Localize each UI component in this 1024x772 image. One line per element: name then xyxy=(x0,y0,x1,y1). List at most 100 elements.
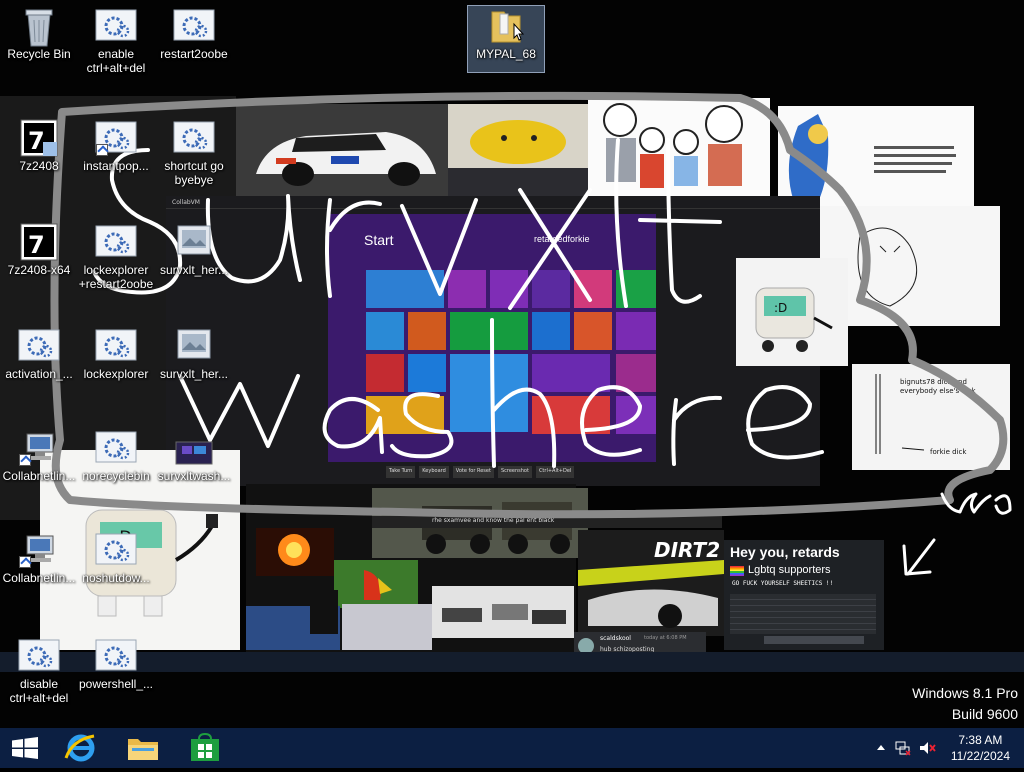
desktop-icon-shortcut-go-byebye[interactable]: shortcut go byebye xyxy=(156,118,232,187)
desktop-icon-survxlt-here-1[interactable]: survxlt_her... xyxy=(156,222,232,277)
wallpaper-caption-bar: rhe sxamvee and know the pal ent black xyxy=(372,516,722,528)
wallpaper-start-screen: Start retardedforkie xyxy=(328,214,656,462)
desktop-icon-collabnetlink-2[interactable]: Collabnetlin... xyxy=(1,530,77,585)
internet-explorer-icon xyxy=(64,734,95,762)
desktop-icon-activation[interactable]: activation_... xyxy=(1,326,77,381)
desktop-icon-noshutdown[interactable]: noshutdow... xyxy=(78,530,154,585)
desktop-icon-label: norecyclebin xyxy=(82,469,150,483)
collabvm-button: Keyboard xyxy=(419,466,449,478)
desktop-icon-norecyclebin[interactable]: norecyclebin xyxy=(78,428,154,483)
collabvm-toolbar: Take Turn Keyboard Vote for Reset Screen… xyxy=(386,466,596,478)
taskbar-clock[interactable]: 7:38 AM 11/22/2024 xyxy=(951,732,1010,764)
script-gear-icon xyxy=(94,6,138,44)
desktop-icon-label: survxltwash... xyxy=(157,469,231,483)
clock-date: 11/22/2024 xyxy=(950,749,1010,763)
wallpaper-robot-photo: :D xyxy=(736,258,848,366)
image-file-icon xyxy=(172,326,216,364)
desktop-icon-recycle-bin[interactable]: Recycle Bin xyxy=(1,6,77,61)
collabvm-button: Take Turn xyxy=(386,466,416,478)
start-button[interactable] xyxy=(0,728,50,768)
desktop-icon-label: MYPAL_68 xyxy=(476,47,536,61)
store-icon xyxy=(191,732,219,761)
svg-text:7: 7 xyxy=(28,127,45,155)
taskbar-file-explorer[interactable] xyxy=(114,728,172,768)
desktop-icon-7z2408[interactable]: 7 7z2408 xyxy=(1,118,77,173)
desktop-icon-restart2oobe[interactable]: restart2oobe xyxy=(156,6,232,61)
desktop-icon-disable-ctrl-alt-del[interactable]: disable ctrl+alt+del xyxy=(1,636,77,705)
desktop-icon-label: Recycle Bin xyxy=(7,47,71,61)
desktop-icon-lockexplorer[interactable]: lockexplorer xyxy=(78,326,154,381)
network-icon xyxy=(895,741,911,756)
desktop-icon-label: disable ctrl+alt+del xyxy=(9,677,69,705)
volume-muted-icon xyxy=(920,742,936,754)
show-hidden-icons-button[interactable] xyxy=(874,740,888,756)
collabvm-title: CollabVM xyxy=(172,199,200,206)
script-gear-icon xyxy=(94,636,138,674)
wallpaper-meme-post: Hey you, retards Lgbtq supporters GO FUC… xyxy=(724,540,884,650)
file-explorer-icon xyxy=(128,739,158,760)
script-gear-icon xyxy=(172,118,216,156)
network-tray-icon[interactable] xyxy=(894,740,912,756)
network-computer-icon xyxy=(17,530,61,568)
desktop-icon-label: 7z2408 xyxy=(19,159,59,173)
desktop-icon-label: restart2oobe xyxy=(160,47,228,61)
svg-text::D: :D xyxy=(774,301,787,315)
desktop-icon-label: activation_... xyxy=(5,367,73,381)
desktop-icon-survxlt-here-2[interactable]: survxlt_her... xyxy=(156,326,232,381)
desktop-icon-label: Collabnetlin... xyxy=(2,571,76,585)
script-gear-icon xyxy=(94,530,138,568)
taskbar-internet-explorer[interactable] xyxy=(52,728,110,768)
wallpaper-racing-photo xyxy=(342,604,432,650)
volume-tray-icon[interactable] xyxy=(918,740,936,756)
system-tray: 7:38 AM 11/22/2024 xyxy=(864,728,1024,768)
script-gear-icon xyxy=(17,326,61,364)
wallpaper-phone-photo xyxy=(310,590,338,634)
wallpaper-note-window: bignuts78 dick and everybody else's dick… xyxy=(852,364,1010,470)
desktop-icon-label: Collabnetlin... xyxy=(2,469,76,483)
script-gear-icon xyxy=(94,428,138,466)
script-gear-icon xyxy=(94,118,138,156)
desktop-icon-label: noshutdow... xyxy=(82,571,150,585)
desktop-icon-label: 7z2408-x64 xyxy=(7,263,71,277)
desktop-icon-mypal-68[interactable]: MYPAL_68 xyxy=(467,5,545,73)
meme-sub: GO FUCK YOURSELF SHEETICS !! xyxy=(732,580,834,587)
desktop-icon-powershell[interactable]: powershell_... xyxy=(78,636,154,691)
windows-logo-icon xyxy=(12,737,38,759)
desktop-icon-label: instantpop... xyxy=(83,159,149,173)
desktop[interactable]: CollabVM Take Turn Keyboard Vote for Res… xyxy=(0,0,1024,728)
shortcut-arrow-icon xyxy=(19,556,31,568)
meme-heading: Hey you, retards xyxy=(730,544,840,560)
7zip-icon: 7 xyxy=(17,222,61,261)
desktop-icon-label: enable ctrl+alt+del xyxy=(86,47,146,75)
wallpaper-explosion-photo xyxy=(256,528,334,576)
chat-time: today at 6:08 PM xyxy=(644,635,687,641)
desktop-icon-survxltwash[interactable]: survxltwash... xyxy=(156,428,232,483)
wallpaper-car-photo xyxy=(236,104,448,196)
desktop-icon-lockexplorer-restart2oobe[interactable]: lockexplorer +restart2oobe xyxy=(78,222,154,291)
network-computer-icon xyxy=(17,428,61,466)
script-gear-icon xyxy=(94,222,138,260)
shortcut-arrow-icon xyxy=(19,454,31,466)
desktop-icon-label: lockexplorer xyxy=(83,367,149,381)
wallpaper-dirt2-cover: DIRT2 xyxy=(578,530,724,636)
wallpaper-parrot-photo xyxy=(334,560,418,608)
script-gear-icon xyxy=(17,636,61,674)
desktop-icon-enable-ctrl-alt-del[interactable]: enable ctrl+alt+del xyxy=(78,6,154,75)
7zip-icon: 7 xyxy=(17,118,61,157)
collabvm-button: Screenshot xyxy=(497,466,532,478)
desktop-icon-label: powershell_... xyxy=(78,677,154,691)
desktop-icon-collabnetlink-1[interactable]: Collabnetlin... xyxy=(1,428,77,483)
desktop-icon-label: survxlt_her... xyxy=(159,263,229,277)
collabvm-button: Ctrl+Alt+Del xyxy=(535,466,575,478)
script-gear-icon xyxy=(172,6,216,44)
desktop-icon-instantpop[interactable]: instantpop... xyxy=(78,118,154,173)
desktop-icon-label: survxlt_her... xyxy=(159,367,229,381)
desktop-icon-7z2408-x64[interactable]: 7 7z2408-x64 xyxy=(1,222,77,277)
chat-user: scaldskool xyxy=(600,635,631,642)
windows-edition: Windows 8.1 Pro xyxy=(912,685,1018,701)
collabvm-button: Vote for Reset xyxy=(452,466,494,478)
desktop-icon-label: lockexplorer +restart2oobe xyxy=(78,263,154,291)
shortcut-arrow-icon xyxy=(96,144,108,156)
recycle-bin-icon xyxy=(17,6,61,47)
taskbar-windows-store[interactable] xyxy=(176,728,234,768)
